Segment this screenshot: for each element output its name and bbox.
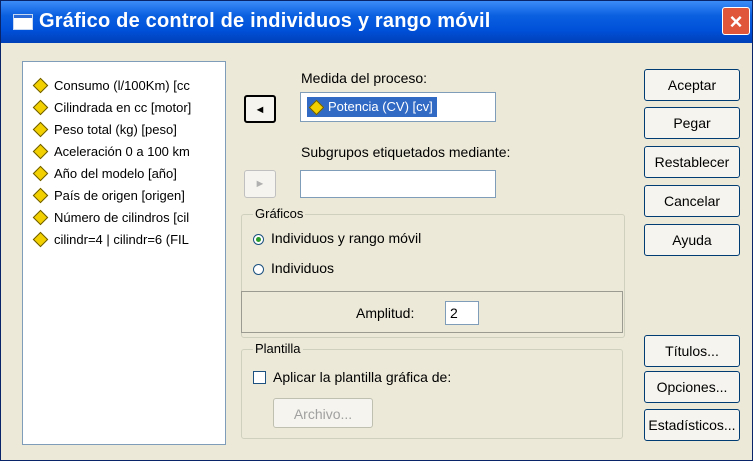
paste-button[interactable]: Pegar	[644, 107, 740, 139]
list-item[interactable]: Cilindrada en cc [motor]	[32, 96, 191, 118]
list-item[interactable]: cilindr=4 | cilindr=6 (FIL	[32, 228, 189, 250]
selected-variable[interactable]: Potencia (CV) [cv]	[307, 97, 437, 117]
cancel-button[interactable]: Cancelar	[644, 185, 740, 217]
list-item[interactable]: País de origen [origen]	[32, 184, 185, 206]
span-input[interactable]: 2	[445, 301, 479, 325]
scale-diamond-icon	[32, 99, 49, 115]
reset-button[interactable]: Restablecer	[644, 146, 740, 178]
span-panel: Amplitud: 2	[241, 291, 623, 333]
list-item[interactable]: Consumo (l/100Km) [cc	[32, 74, 190, 96]
radio-individuals-moving-range[interactable]	[253, 234, 264, 245]
accept-button[interactable]: Aceptar	[644, 69, 740, 101]
options-button[interactable]: Opciones...	[644, 371, 740, 403]
scale-diamond-icon	[32, 231, 49, 247]
template-group-title: Plantilla	[253, 341, 303, 356]
move-left-button[interactable]: ◄	[244, 95, 276, 123]
process-measure-field[interactable]: Potencia (CV) [cv]	[300, 92, 496, 122]
list-item[interactable]: Año del modelo [año]	[32, 162, 177, 184]
file-button[interactable]: Archivo...	[273, 398, 373, 428]
list-item[interactable]: Aceleración 0 a 100 km	[32, 140, 190, 162]
help-button[interactable]: Ayuda	[644, 224, 740, 256]
radio-label-individuals[interactable]: Individuos	[271, 260, 334, 276]
subgroups-label: Subgrupos etiquetados mediante:	[301, 144, 511, 160]
apply-template-checkbox[interactable]	[253, 371, 266, 384]
scale-diamond-icon	[32, 187, 49, 203]
window-icon	[13, 14, 33, 30]
graphs-group-title: Gráficos	[253, 206, 306, 221]
list-item[interactable]: Peso total (kg) [peso]	[32, 118, 177, 140]
title-bar[interactable]: Gráfico de control de individuos y rango…	[1, 1, 752, 43]
scale-diamond-icon	[32, 165, 49, 181]
scale-diamond-icon	[32, 143, 49, 159]
scale-diamond-icon	[32, 121, 49, 137]
list-item[interactable]: Número de cilindros [cil	[32, 206, 189, 228]
scale-diamond-icon	[308, 99, 325, 115]
scale-diamond-icon	[32, 77, 49, 93]
variable-list[interactable]: Consumo (l/100Km) [cc Cilindrada en cc […	[22, 61, 226, 445]
window-title: Gráfico de control de individuos y rango…	[39, 10, 491, 32]
span-label: Amplitud:	[356, 305, 415, 321]
subgroups-field[interactable]	[300, 170, 496, 198]
dialog-window: Gráfico de control de individuos y rango…	[0, 0, 753, 461]
radio-label-individuals-moving-range[interactable]: Individuos y rango móvil	[271, 230, 421, 246]
titles-button[interactable]: Títulos...	[644, 335, 740, 367]
scale-diamond-icon	[32, 209, 49, 225]
radio-individuals[interactable]	[253, 264, 264, 275]
apply-template-label[interactable]: Aplicar la plantilla gráfica de:	[273, 369, 451, 385]
statistics-button[interactable]: Estadísticos...	[644, 409, 740, 441]
close-button[interactable]: ×	[722, 7, 750, 35]
move-right-button[interactable]: ►	[244, 170, 276, 198]
process-measure-label: Medida del proceso:	[301, 70, 428, 86]
